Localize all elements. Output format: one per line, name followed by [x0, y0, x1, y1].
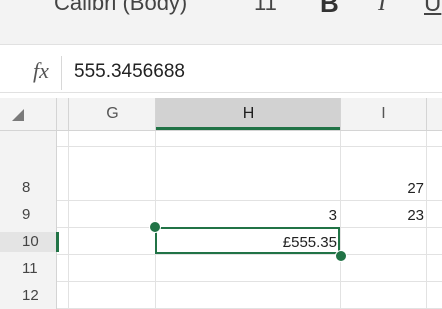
- font-name-dropdown[interactable]: Calibri (Body): [54, 0, 187, 16]
- bold-button[interactable]: B: [320, 0, 339, 19]
- underline-button[interactable]: U: [424, 0, 441, 18]
- grid-line: [68, 131, 69, 309]
- font-size-dropdown[interactable]: 11: [254, 0, 277, 16]
- selection-handle-bottom-right[interactable]: [335, 250, 347, 262]
- cell-i9[interactable]: 23: [341, 207, 424, 224]
- fx-icon[interactable]: fx: [33, 58, 49, 84]
- formula-bar-divider: [61, 56, 62, 90]
- row-header-9[interactable]: 9: [0, 205, 68, 225]
- row-header-11[interactable]: 11: [0, 259, 68, 279]
- selection-handle-top-left[interactable]: [149, 221, 161, 233]
- grid-line: [426, 131, 427, 309]
- cell-h9[interactable]: 3: [156, 207, 337, 224]
- row-header-10[interactable]: 10: [0, 232, 59, 252]
- row-header-8[interactable]: 8: [0, 178, 68, 198]
- formula-bar: [0, 52, 442, 93]
- italic-button[interactable]: I: [378, 0, 386, 17]
- cell-i8[interactable]: 27: [341, 180, 424, 197]
- column-header-i[interactable]: I: [341, 98, 426, 130]
- grid-line: [57, 200, 442, 201]
- header-divider: [426, 98, 427, 130]
- selected-cell-h10[interactable]: [155, 227, 340, 254]
- grid-line: [57, 146, 442, 147]
- formula-input[interactable]: 555.3456688: [74, 61, 185, 83]
- grid-line: [57, 281, 442, 282]
- row-header-7[interactable]: [0, 118, 68, 138]
- column-header-g[interactable]: G: [69, 98, 156, 130]
- column-header-h[interactable]: H: [156, 98, 341, 130]
- grid-line: [57, 254, 442, 255]
- row-header-12[interactable]: 12: [0, 286, 68, 306]
